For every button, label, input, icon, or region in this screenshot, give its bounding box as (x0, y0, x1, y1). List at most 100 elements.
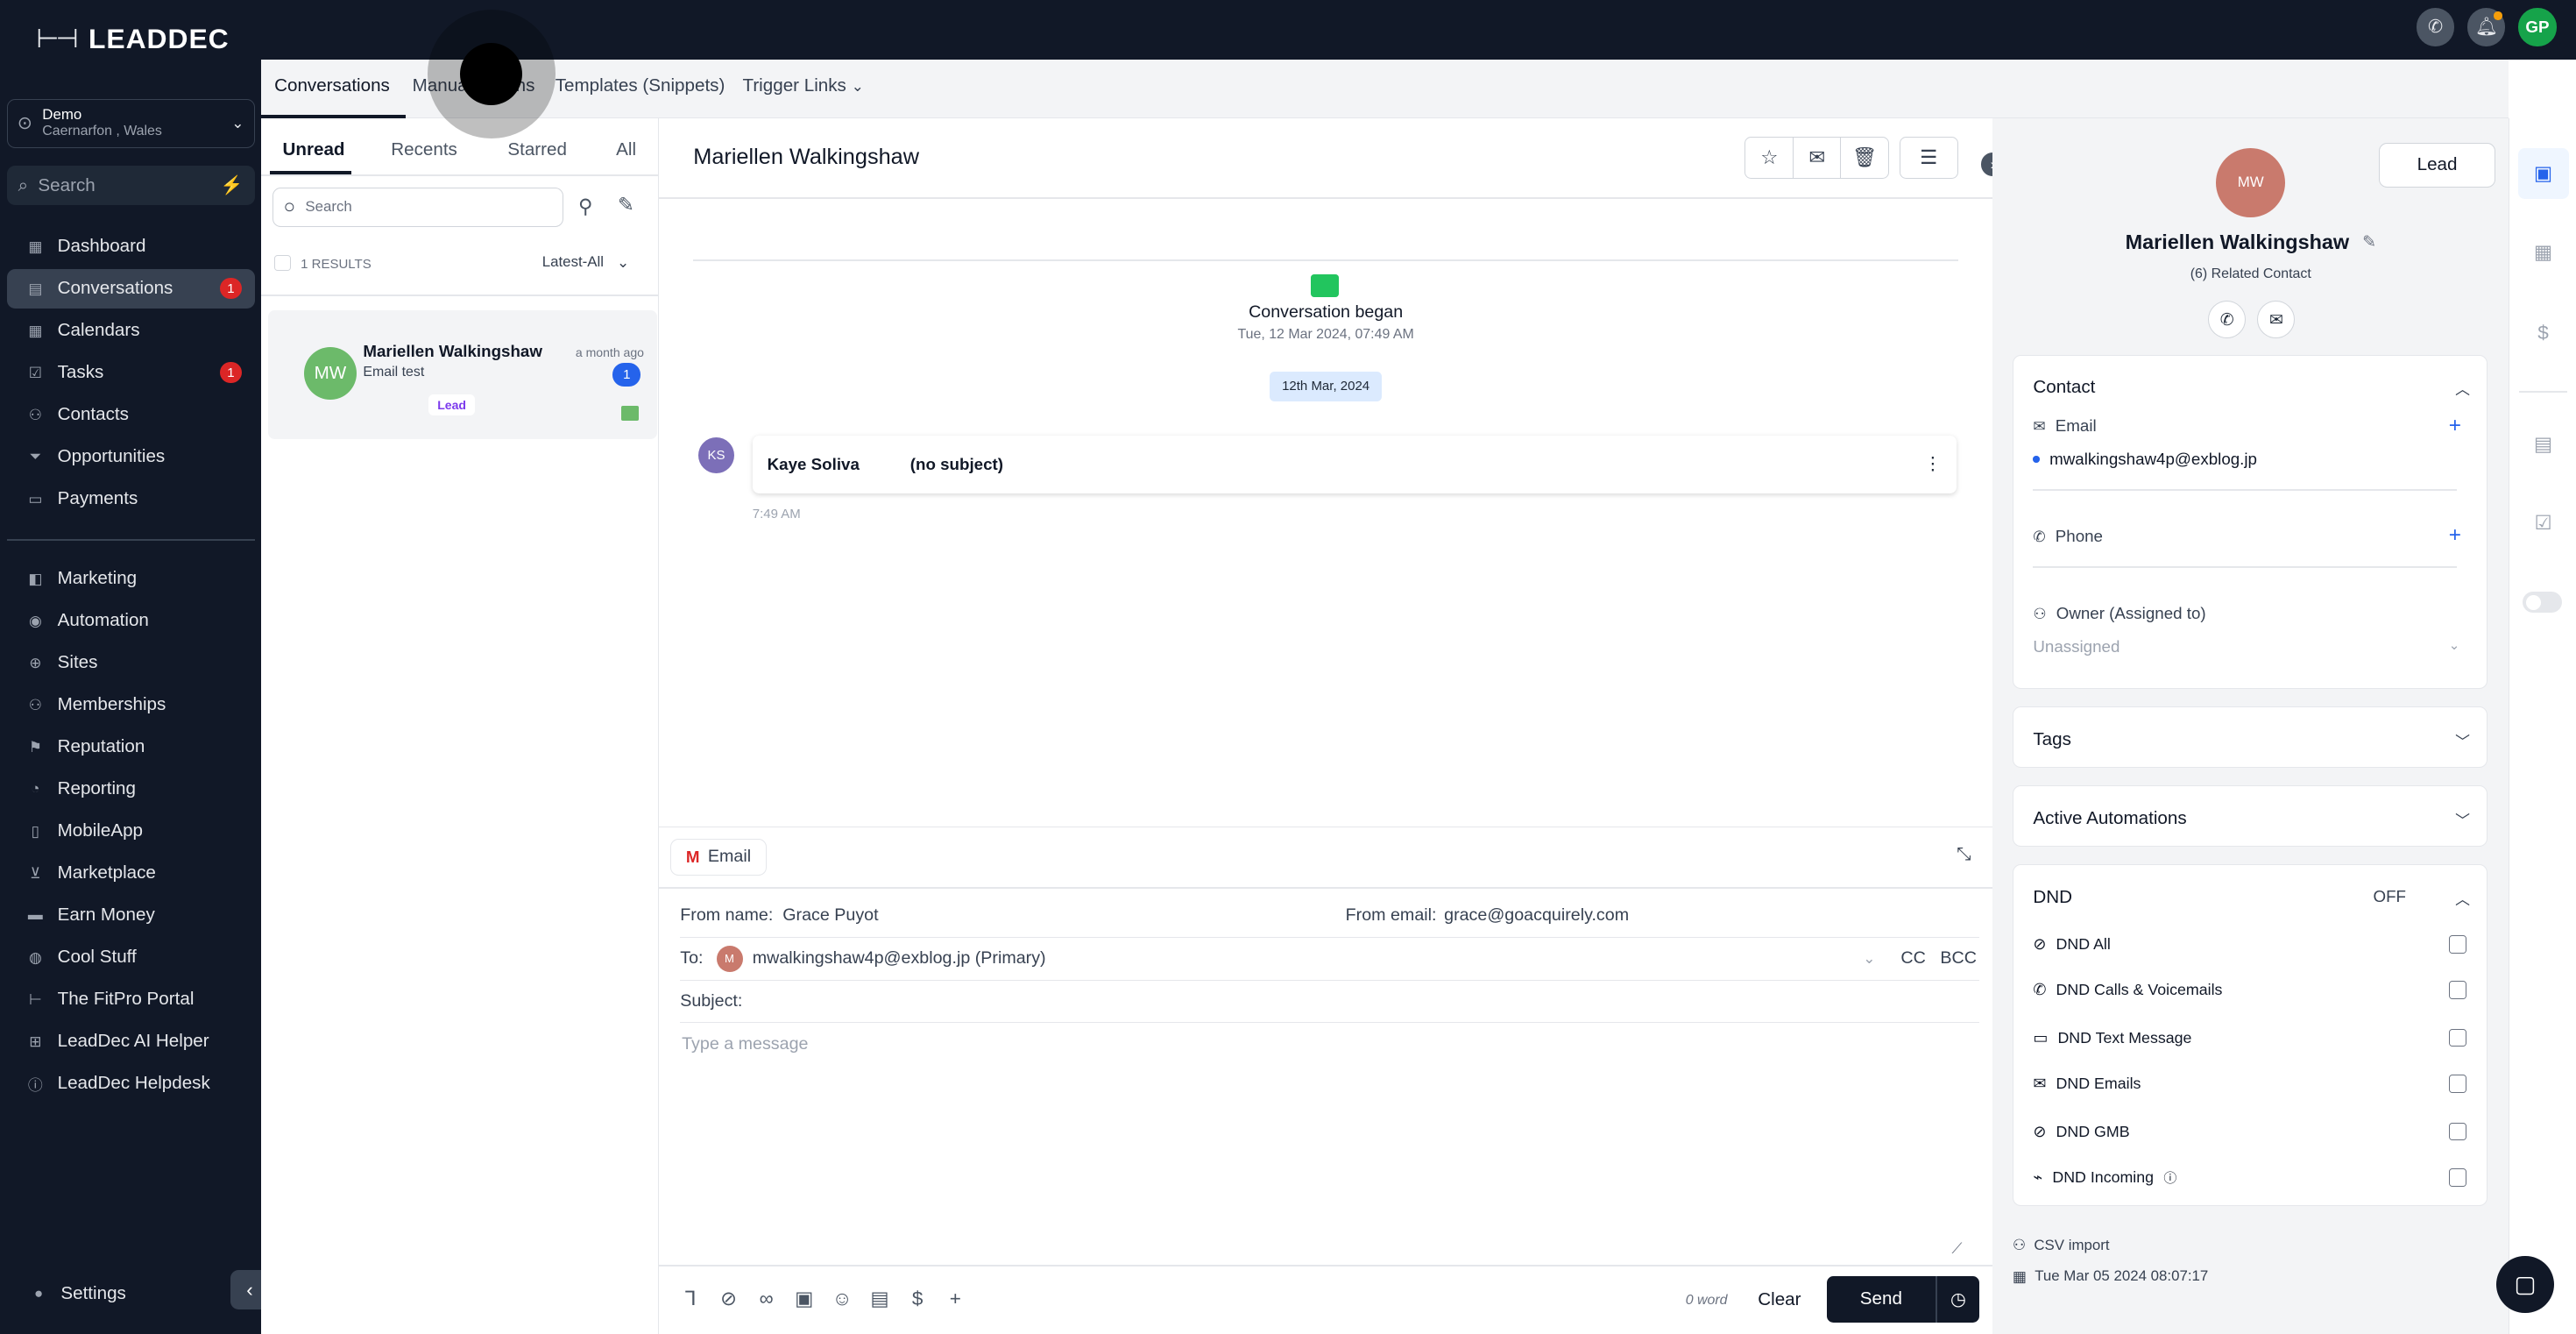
contact-card-icon[interactable]: ▣ (2531, 161, 2556, 186)
select-all-checkbox[interactable] (274, 254, 291, 272)
from-email-value[interactable]: grace@goacquirely.com (1444, 905, 1629, 926)
filter-tab-starred[interactable]: Starred (507, 139, 567, 160)
mark-unread-icon[interactable]: ✉ (1792, 136, 1842, 180)
sidebar-item-mobileapp[interactable]: ▯ MobileApp (7, 812, 255, 851)
text-format-icon[interactable]: Ꞁ (672, 1288, 710, 1310)
sidebar-item-earn-money[interactable]: ▬ Earn Money (7, 896, 255, 935)
add-phone-icon[interactable]: + (2449, 523, 2461, 548)
owner-select[interactable]: Unassigned (2033, 637, 2120, 656)
sidebar-search-placeholder: Search (38, 174, 96, 195)
chevron-up-icon[interactable]: ︿ (2455, 887, 2470, 909)
tab-conversations[interactable]: Conversations (274, 75, 390, 96)
dnd-gmb-checkbox[interactable] (2448, 1122, 2467, 1141)
phone-call-button[interactable]: ✆ (2417, 8, 2455, 46)
dollar-icon[interactable]: $ (2531, 321, 2556, 345)
dnd-all-checkbox[interactable] (2448, 934, 2467, 954)
sidebar-item-reporting[interactable]: ◔ Reporting (7, 770, 255, 809)
top-tabs: Conversations Manual Actions Templates (… (261, 59, 2509, 118)
sidebar-item-sites[interactable]: ⊕ Sites (7, 643, 255, 683)
tab-templates[interactable]: Templates (Snippets) (556, 75, 725, 96)
contact-name: Mariellen Walkingshaw (2125, 230, 2350, 253)
notes-icon[interactable]: ▤ (2531, 432, 2556, 457)
conversation-item[interactable]: MW Mariellen Walkingshaw Email test Lead… (267, 310, 657, 439)
sidebar-item-reputation[interactable]: ⚑ Reputation (7, 727, 255, 767)
bcc-button[interactable]: BCC (1940, 948, 1977, 969)
plus-icon[interactable]: + (937, 1288, 974, 1310)
sidebar-item-contacts[interactable]: ⚇ Contacts (7, 395, 255, 435)
sidebar-item-conversations[interactable]: ▤ Conversations 1 (6, 268, 255, 309)
user-avatar[interactable]: GP (2518, 8, 2557, 46)
conversation-search-input[interactable]: ○ Search (272, 187, 564, 227)
tab-trigger-links[interactable]: Trigger Links ⌄ (743, 75, 864, 96)
chevron-down-icon[interactable]: ⌄ (2449, 637, 2460, 653)
chevron-up-icon[interactable]: ︿ (2455, 377, 2470, 399)
attachment-icon[interactable]: ⊘ (710, 1288, 747, 1310)
collapse-composer-icon[interactable]: ⤡ (1957, 844, 1971, 865)
image-icon[interactable]: ▣ (785, 1288, 823, 1310)
sidebar-item-dashboard[interactable]: ▦ Dashboard (7, 227, 255, 266)
message-input[interactable]: Type a message (682, 1034, 808, 1054)
delete-icon[interactable]: 🗑︎ (1840, 136, 1890, 180)
automations-section[interactable]: Active Automations ﹀ (2012, 785, 2488, 847)
calendar-icon[interactable]: ▦ (2531, 240, 2556, 265)
clear-button[interactable]: Clear (1758, 1289, 1801, 1310)
chevron-down-icon[interactable]: ⌄ (1863, 949, 1875, 968)
dnd-text-checkbox[interactable] (2448, 1028, 2467, 1047)
schedule-icon[interactable]: ◷ (1937, 1288, 1980, 1310)
sidebar-item-tasks[interactable]: ☑ Tasks 1 (7, 353, 255, 393)
edit-icon[interactable]: ✎ (2362, 232, 2376, 252)
lightning-icon[interactable]: ⚡ (221, 175, 244, 196)
dollar-icon[interactable]: $ (899, 1288, 937, 1310)
info-icon[interactable]: ⓘ (2163, 1168, 2176, 1187)
sidebar-item-the-fitpro-portal[interactable]: ⊢ The FitPro Portal (7, 980, 255, 1019)
emoji-icon[interactable]: ☺ (823, 1288, 860, 1310)
sidebar-item-marketplace[interactable]: ⊻ Marketplace (7, 854, 255, 893)
sidebar-item-marketing[interactable]: ◧ Marketing (7, 559, 255, 599)
sidebar-item-automation[interactable]: ◉ Automation (7, 601, 255, 641)
sidebar-item-cool-stuff[interactable]: ◍ Cool Stuff (7, 938, 255, 977)
link-icon[interactable]: ∞ (747, 1288, 785, 1310)
recipient-value[interactable]: mwalkingshaw4p@exblog.jp (Primary) (753, 948, 1046, 969)
add-email-icon[interactable]: + (2449, 414, 2461, 438)
sidebar-item-opportunities[interactable]: ⏷ Opportunities (7, 437, 255, 477)
sidebar-item-calendars[interactable]: ▦ Calendars (7, 311, 255, 351)
subject-row[interactable]: Subject: (680, 981, 1980, 1024)
filter-tab-unread[interactable]: Unread (283, 139, 345, 160)
location-switcher[interactable]: ⊙ Demo Caernarfon , Wales ⌄ (6, 98, 255, 148)
sidebar-item-settings[interactable]: ● Settings (10, 1274, 258, 1313)
compose-icon[interactable]: ✎ (618, 194, 634, 216)
sidebar-search[interactable]: ⌕ Search ⚡ (6, 166, 255, 206)
email-entry[interactable]: mwalkingshaw4p@exblog.jp (2033, 450, 2257, 469)
more-options-icon[interactable]: ⋮ (1924, 453, 1943, 475)
filter-lines-icon[interactable]: ☰ (1899, 136, 1958, 180)
filter-tab-recents[interactable]: Recents (391, 139, 457, 160)
tags-section[interactable]: Tags ﹀ (2012, 706, 2488, 768)
dnd-calls-checkbox[interactable] (2448, 981, 2467, 1000)
brand-logo[interactable]: ⊢⊣ LEADDEC (36, 23, 229, 55)
from-name-value[interactable]: Grace Puyot (782, 905, 878, 926)
filter-icon[interactable]: ⚲ (578, 195, 592, 218)
sidebar-item-payments[interactable]: ▭ Payments (7, 479, 255, 519)
document-icon[interactable]: ▤ (861, 1288, 899, 1310)
toggle-switch[interactable] (2523, 592, 2563, 614)
sort-dropdown[interactable]: Latest-All ⌄ (542, 253, 629, 272)
notifications-button[interactable]: 🔔︎ (2467, 8, 2506, 46)
sidebar-item-leaddec-helpdesk[interactable]: ⓘ LeadDec Helpdesk (7, 1064, 255, 1103)
task-check-icon[interactable]: ☑ (2531, 511, 2556, 536)
sidebar-item-leaddec-ai-helper[interactable]: ⊞ LeadDec AI Helper (7, 1022, 255, 1061)
cc-button[interactable]: CC (1900, 948, 1925, 969)
call-icon[interactable]: ✆ (2208, 301, 2247, 339)
dnd-emails-checkbox[interactable] (2448, 1075, 2467, 1093)
sidebar-item-memberships[interactable]: ⚇ Memberships (7, 685, 255, 725)
filter-tab-all[interactable]: All (616, 139, 636, 160)
related-contacts-link[interactable]: (6) Related Contact (1992, 266, 2509, 282)
channel-selector[interactable]: M Email (670, 839, 767, 876)
star-icon[interactable]: ☆ (1744, 136, 1794, 180)
resize-handle-icon[interactable]: ⟋ (1952, 1240, 1963, 1258)
message-card[interactable]: Kaye Soliva (no subject) ⋮ (752, 435, 1957, 493)
email-icon[interactable]: ✉ (2257, 301, 2296, 339)
chat-widget-button[interactable]: ▢ (2496, 1255, 2554, 1314)
lead-button[interactable]: Lead (2379, 143, 2496, 188)
send-button[interactable]: Send ◷ (1827, 1276, 1980, 1323)
dnd-incoming-checkbox[interactable] (2448, 1168, 2467, 1187)
